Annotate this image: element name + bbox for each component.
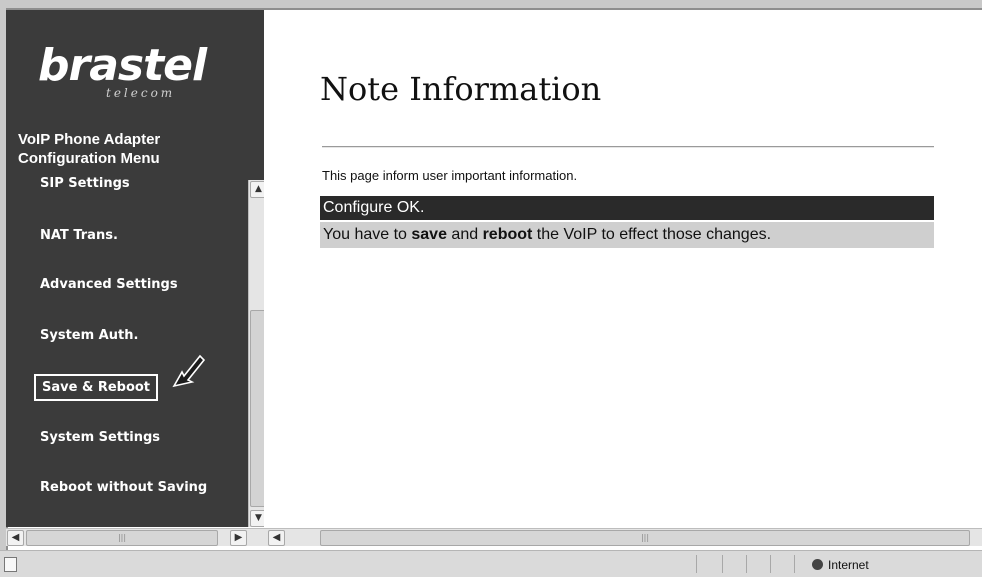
content-horizontal-scrollbar[interactable]: ◀ ||| bbox=[264, 528, 982, 546]
menu-item-reboot-without-saving[interactable]: Reboot without Saving bbox=[40, 480, 207, 495]
status-divider bbox=[746, 555, 747, 573]
zone-label: Internet bbox=[828, 558, 869, 572]
menu-hscroll-thumb[interactable]: ||| bbox=[26, 530, 218, 546]
scroll-left-icon[interactable]: ◀ bbox=[268, 530, 285, 546]
status-divider bbox=[696, 555, 697, 573]
page-description: This page inform user important informat… bbox=[322, 168, 578, 183]
notice-text-1: You have to bbox=[323, 226, 412, 243]
status-divider bbox=[794, 555, 795, 573]
menu-title-line-2: Configuration Menu bbox=[18, 150, 160, 167]
save-reboot-notice: You have to save and reboot the VoIP to … bbox=[320, 222, 934, 248]
status-divider bbox=[722, 555, 723, 573]
scroll-down-icon[interactable]: ▼ bbox=[250, 510, 264, 527]
globe-icon bbox=[812, 559, 823, 571]
menu-item-system-settings[interactable]: System Settings bbox=[40, 430, 160, 445]
notice-text-2: and bbox=[446, 226, 483, 243]
pointer-arrow-icon bbox=[172, 354, 206, 388]
scrollbar-thumb[interactable] bbox=[250, 310, 264, 507]
notice-save-word: save bbox=[411, 226, 447, 243]
menu-title-line-1: VoIP Phone Adapter bbox=[18, 131, 161, 148]
menu-vertical-scrollbar[interactable]: ▲ ▼ bbox=[248, 180, 264, 527]
configure-status: Configure OK. bbox=[320, 196, 934, 220]
browser-status-bar: Internet bbox=[0, 550, 982, 577]
menu-horizontal-scrollbar[interactable]: ◀ ||| ▶ bbox=[6, 528, 264, 546]
menu-title: VoIP Phone Adapter Configuration Menu bbox=[18, 130, 258, 168]
scroll-up-icon[interactable]: ▲ bbox=[250, 181, 264, 198]
page-icon bbox=[4, 557, 17, 572]
scroll-right-icon[interactable]: ▶ bbox=[230, 530, 247, 546]
menu-item-save-reboot[interactable]: Save & Reboot bbox=[34, 374, 159, 401]
security-zone: Internet bbox=[812, 556, 932, 574]
notice-text-3: the VoIP to effect those changes. bbox=[532, 226, 772, 243]
page-title: Note Information bbox=[320, 70, 602, 108]
title-divider bbox=[322, 146, 934, 148]
menu-frame: brastel telecom VoIP Phone Adapter Confi… bbox=[6, 10, 264, 527]
menu-item-system-auth[interactable]: System Auth. bbox=[40, 328, 138, 343]
status-divider bbox=[770, 555, 771, 573]
scroll-left-icon[interactable]: ◀ bbox=[7, 530, 24, 546]
menu-item-sip-settings[interactable]: SIP Settings bbox=[40, 176, 130, 191]
menu-item-nat-trans[interactable]: NAT Trans. bbox=[40, 228, 118, 243]
notice-reboot-word: reboot bbox=[482, 226, 533, 243]
logo-wordmark: brastel bbox=[38, 40, 207, 91]
content-hscroll-thumb[interactable]: ||| bbox=[320, 530, 970, 546]
content-frame: Note Information This page inform user i… bbox=[264, 10, 982, 527]
menu-item-advanced-settings[interactable]: Advanced Settings bbox=[40, 277, 178, 292]
brastel-logo: brastel telecom bbox=[36, 40, 236, 110]
logo-subtitle: telecom bbox=[106, 86, 176, 100]
